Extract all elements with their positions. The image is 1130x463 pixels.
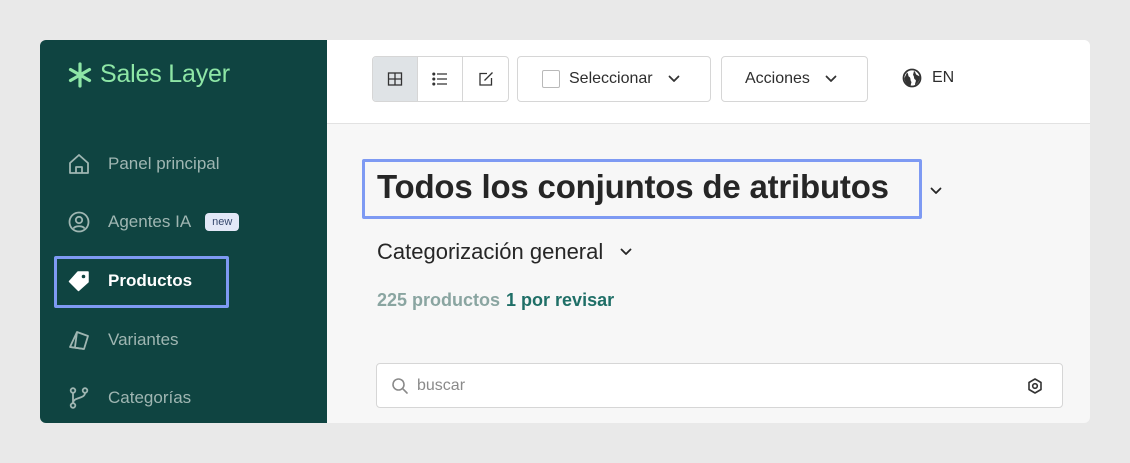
product-counts: 225 productos 1 por revisar [377, 290, 614, 311]
page-title: Todos los conjuntos de atributos [377, 168, 889, 205]
ai-agent-icon [66, 209, 92, 235]
home-icon [66, 151, 92, 177]
asterisk-logo-icon [68, 61, 92, 88]
grid-view-icon [387, 72, 403, 86]
variants-icon [66, 327, 92, 353]
edit-view-button[interactable] [463, 57, 508, 101]
globe-icon [902, 68, 922, 88]
view-mode-toggle [372, 56, 509, 102]
actions-label: Acciones [745, 70, 810, 87]
search-input[interactable] [417, 376, 1026, 395]
select-label: Seleccionar [569, 70, 653, 87]
category-label: Categorización general [377, 239, 604, 264]
chevron-down-icon [668, 75, 680, 82]
sidebar-item-productos[interactable]: Productos [66, 261, 326, 301]
chevron-down-icon [620, 248, 632, 255]
top-toolbar: Seleccionar Acciones EN [327, 40, 1090, 124]
product-count: 225 productos [377, 290, 501, 310]
main-content: Seleccionar Acciones EN Todos los conjun… [327, 40, 1090, 423]
sidebar: Sales Layer Panel principal Agentes IA n… [40, 40, 327, 423]
sidebar-item-label: Agentes IA [108, 212, 192, 231]
chevron-down-icon [825, 75, 837, 82]
actions-dropdown[interactable]: Acciones [721, 56, 868, 102]
branch-icon [66, 385, 92, 411]
brand-logo[interactable]: Sales Layer [66, 60, 230, 89]
select-dropdown[interactable]: Seleccionar [517, 56, 711, 102]
edit-view-icon [478, 72, 493, 86]
sidebar-item-label: Variantes [108, 330, 179, 349]
review-count-link[interactable]: 1 por revisar [506, 290, 614, 310]
search-icon [392, 377, 408, 394]
search-bar [376, 363, 1063, 408]
sidebar-item-variantes[interactable]: Variantes [66, 320, 326, 360]
select-all-checkbox[interactable] [542, 70, 560, 88]
sidebar-item-label: Panel principal [108, 154, 220, 173]
sidebar-item-agentes-ia[interactable]: Agentes IA new [66, 202, 326, 242]
sidebar-item-label: Productos [108, 271, 193, 290]
sidebar-item-panel-principal[interactable]: Panel principal [66, 144, 326, 184]
language-selector[interactable]: EN [902, 68, 954, 88]
category-selector[interactable]: Categorización general [377, 239, 633, 265]
language-label: EN [932, 69, 955, 86]
tag-icon [66, 268, 92, 294]
list-view-button[interactable] [418, 57, 463, 101]
new-badge: new [205, 213, 240, 231]
sidebar-item-categorias[interactable]: Categorías [66, 378, 326, 418]
chevron-down-icon[interactable] [929, 184, 943, 198]
brand-name: Sales Layer [100, 60, 230, 88]
list-view-icon [432, 72, 447, 86]
app-window: Sales Layer Panel principal Agentes IA n… [40, 40, 1090, 423]
settings-hexagon-icon[interactable] [1026, 377, 1044, 395]
grid-view-button[interactable] [373, 57, 418, 101]
sidebar-item-label: Categorías [108, 388, 192, 407]
